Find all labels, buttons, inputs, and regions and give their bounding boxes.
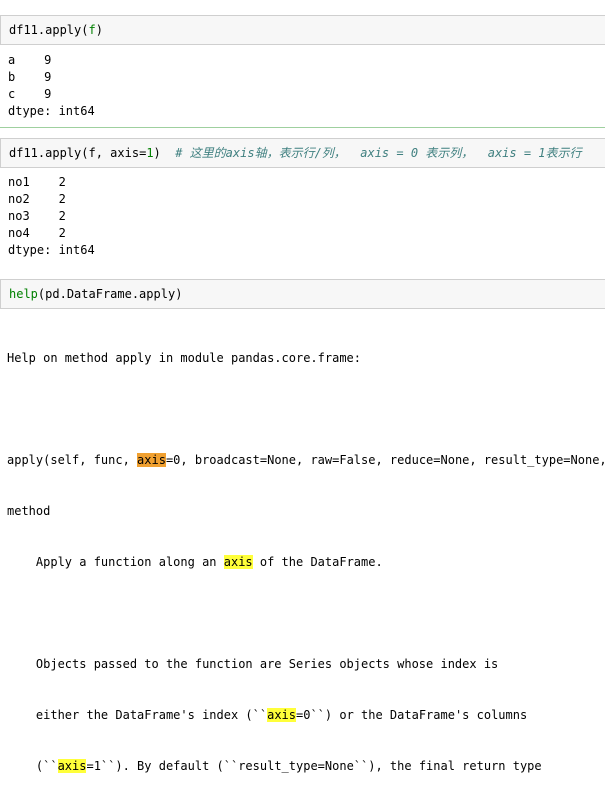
- argument: f: [88, 146, 96, 160]
- output-line: no4 2: [8, 226, 66, 240]
- code-cell-input-3[interactable]: help(pd.DataFrame.apply): [0, 279, 605, 309]
- output-line: c 9: [8, 87, 52, 101]
- help-output: Help on method apply in module pandas.co…: [7, 316, 605, 792]
- code-comment: # 这里的axis轴，表示行/列， axis = 0 表示列， axis = 1…: [175, 146, 582, 160]
- output-line: b 9: [8, 70, 52, 84]
- help-text-line: Objects passed to the function are Serie…: [7, 657, 499, 671]
- function-name: help: [9, 287, 38, 301]
- highlight-axis: axis: [57, 759, 87, 773]
- highlight-axis: axis: [267, 708, 296, 722]
- highlight-axis: axis: [223, 555, 253, 569]
- help-method: method: [7, 504, 51, 518]
- keyword-arg: axis: [110, 146, 140, 160]
- argument: f: [88, 23, 96, 37]
- cell-output-1: a 9 b 9 c 9 dtype: int64: [8, 52, 95, 120]
- output-line: no1 2: [8, 175, 66, 189]
- help-header: Help on method apply in module pandas.co…: [7, 351, 362, 365]
- help-signature: apply(self, func, axis=0, broadcast=None…: [7, 453, 605, 467]
- output-line: a 9: [8, 53, 52, 67]
- output-line: no2 2: [8, 192, 66, 206]
- help-text-line: either the DataFrame's index (``axis=0``…: [7, 708, 528, 722]
- output-line: dtype: int64: [8, 104, 95, 118]
- function-name: df11.apply: [9, 146, 82, 160]
- code-cell-input-1[interactable]: df11.apply(f): [0, 15, 605, 45]
- help-text-line: (``axis=1``). By default (``result_type=…: [7, 759, 542, 773]
- help-description: Apply a function along an axis of the Da…: [7, 555, 383, 569]
- output-line: no3 2: [8, 209, 66, 223]
- cell-divider: [0, 127, 605, 128]
- cell-output-2: no1 2 no2 2 no3 2 no4 2 dtype: int64: [8, 174, 95, 259]
- argument: pd.DataFrame.apply: [45, 287, 176, 301]
- keyword-value: 1: [146, 146, 154, 160]
- highlight-axis: axis: [137, 453, 166, 467]
- function-name: df11.apply: [9, 23, 82, 37]
- code-cell-input-2[interactable]: df11.apply(f, axis=1) # 这里的axis轴，表示行/列， …: [0, 138, 605, 168]
- output-line: dtype: int64: [8, 243, 95, 257]
